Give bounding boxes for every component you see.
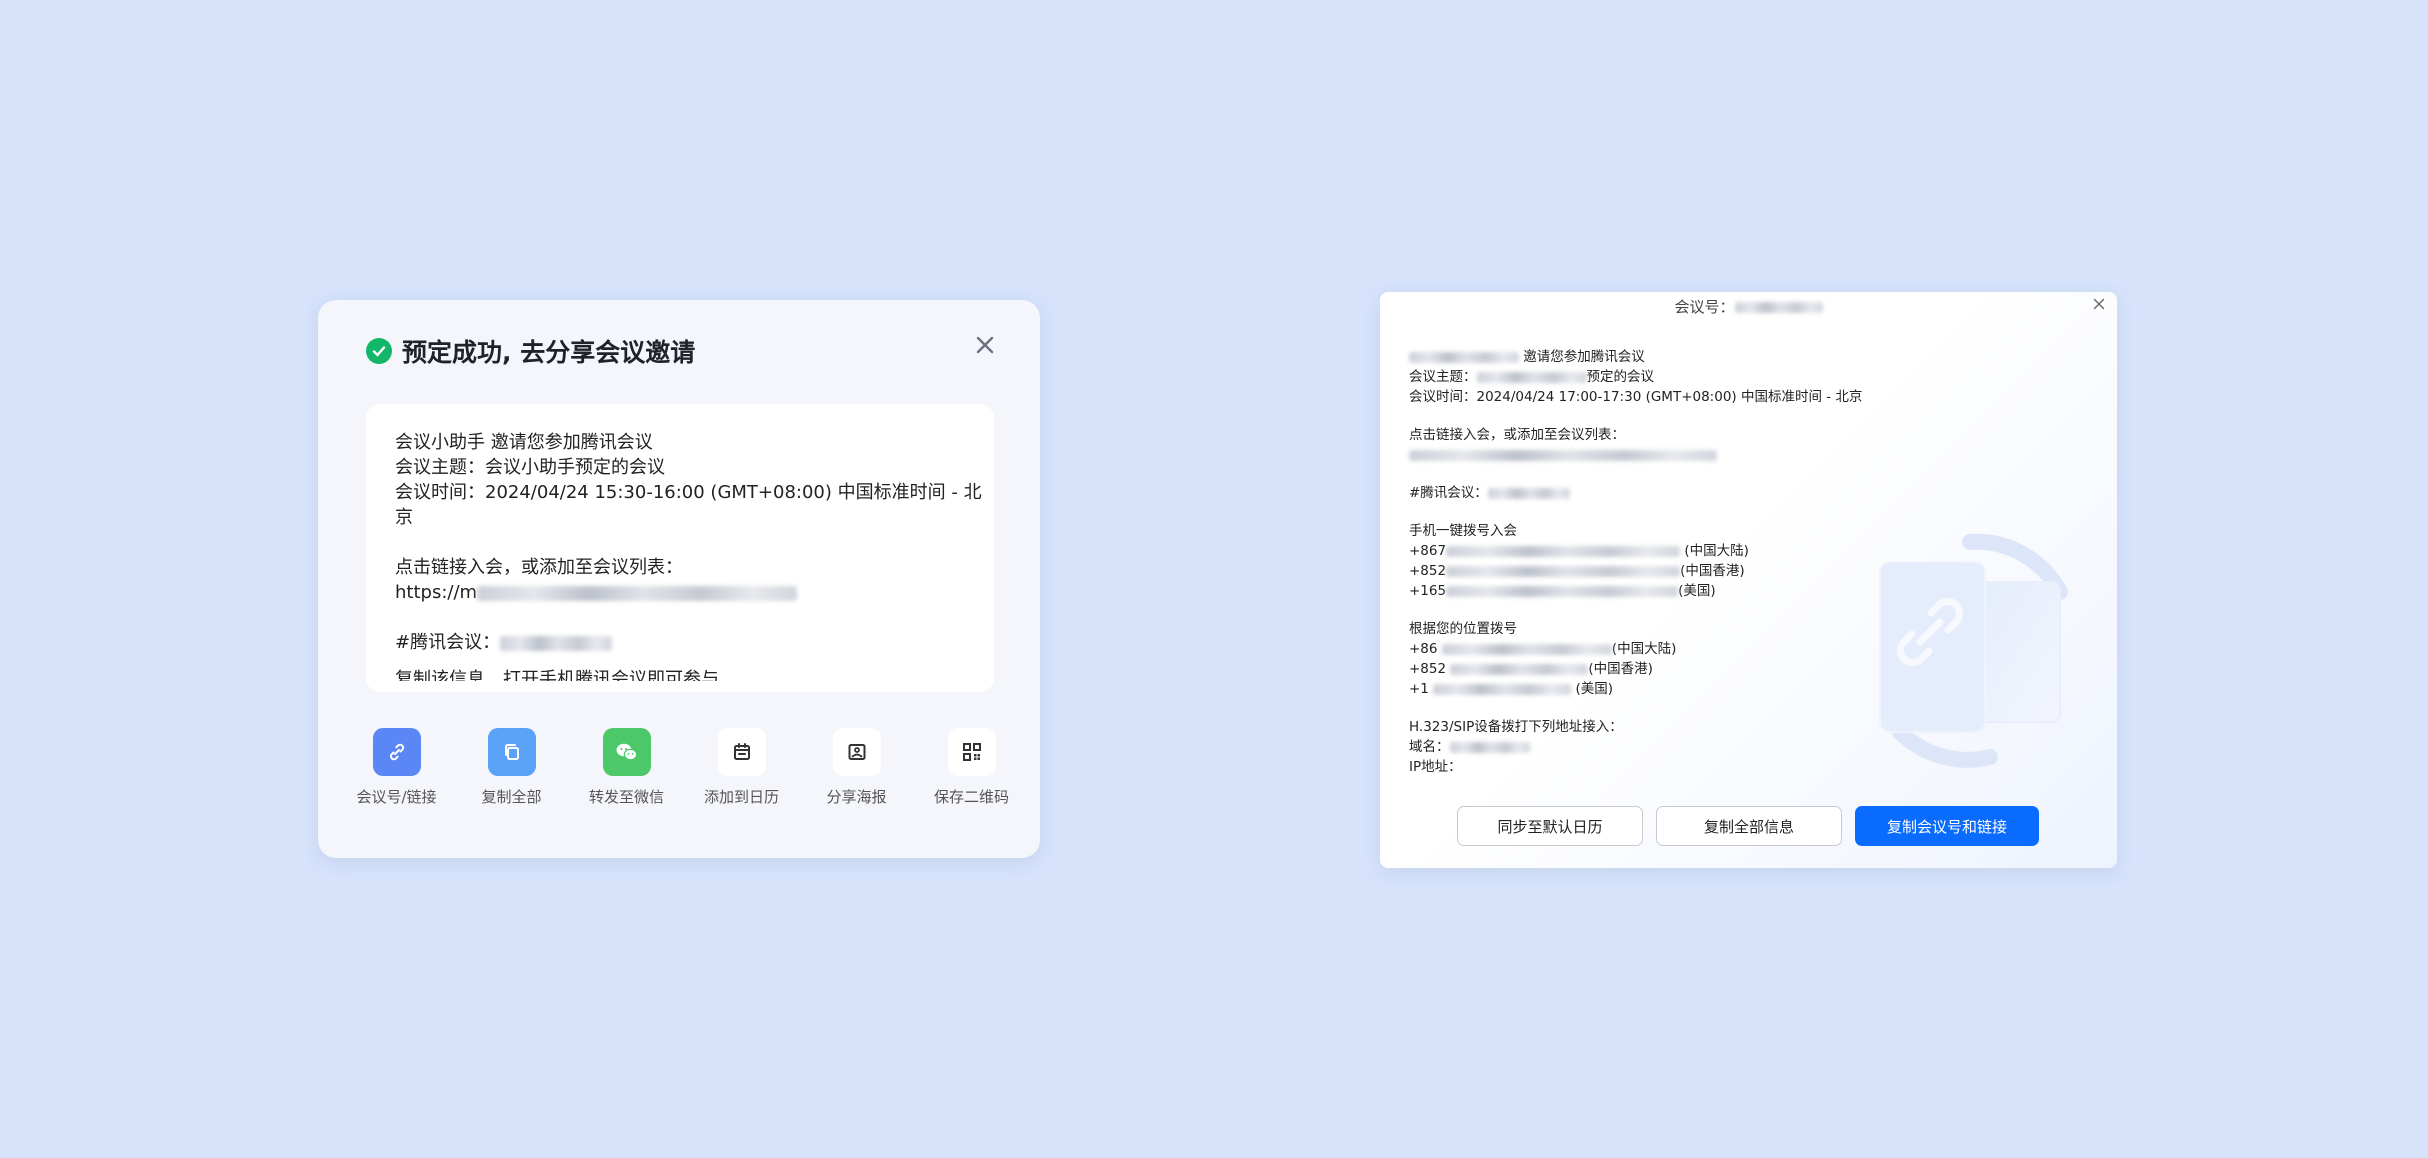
redacted-link <box>1409 449 1717 461</box>
ip-row: IP地址： <box>1409 757 1969 777</box>
dial-row: +852 (中国香港) <box>1409 561 1969 581</box>
topic-line: 会议主题： 预定的会议 <box>1409 367 1969 387</box>
redacted-number <box>1450 663 1589 675</box>
time-line: 会议时间：2024/04/24 17:00-17:30 (GMT+08:00) … <box>1409 389 1863 405</box>
invite-time: 会议时间：2024/04/24 15:30-16:00 (GMT+08:00) … <box>395 482 982 528</box>
dial-prefix: +867 <box>1409 543 1447 559</box>
redacted-meeting-id <box>1734 302 1823 313</box>
redacted-meeting-id <box>500 635 613 651</box>
copy-all-info-button[interactable]: 复制全部信息 <box>1656 806 1842 846</box>
dial-prefix: +852 <box>1409 661 1447 677</box>
meeting-prefix: #腾讯会议： <box>1409 485 1488 501</box>
image-icon <box>832 728 881 776</box>
ip-label: IP地址： <box>1409 759 1462 775</box>
invite-meeting-row: #腾讯会议： <box>395 630 994 655</box>
invite-line: 会议小助手 邀请您参加腾讯会议 <box>395 432 653 453</box>
invite-link-prefix: https://m <box>395 582 478 603</box>
action-label: 分享海报 <box>826 788 887 806</box>
invite-topic: 会议主题：会议小助手预定的会议 <box>395 457 665 478</box>
dial-region: (美国) <box>1575 681 1614 697</box>
action-copy-all[interactable]: 复制全部 <box>459 728 564 807</box>
qrcode-icon <box>947 728 996 776</box>
redacted-domain <box>1449 741 1530 753</box>
redacted-user <box>1409 351 1519 363</box>
close-icon <box>976 336 994 354</box>
dial-region: (中国香港) <box>1588 661 1653 677</box>
action-meeting-link[interactable]: 会议号/链接 <box>344 728 449 807</box>
dial-region: (美国) <box>1678 583 1716 599</box>
dial-prefix: +1 <box>1409 681 1429 697</box>
action-forward-wechat[interactable]: 转发至微信 <box>574 728 679 807</box>
dialog-title-row: 预定成功, 去分享会议邀请 <box>366 333 695 369</box>
invite-link-hint: 点击链接入会，或添加至会议列表： <box>395 557 683 578</box>
action-share-poster[interactable]: 分享海报 <box>804 728 909 807</box>
redacted-link <box>477 585 798 601</box>
dial-region: (中国大陆) <box>1684 543 1749 559</box>
topic-suffix: 预定的会议 <box>1586 369 1655 385</box>
dial-prefix: +86 <box>1409 641 1438 657</box>
booking-success-dialog: 预定成功, 去分享会议邀请 会议小助手 邀请您参加腾讯会议 会议主题：会议小助手… <box>318 300 1040 858</box>
redacted-number <box>1441 643 1612 655</box>
dial-prefix: +852 <box>1409 563 1447 579</box>
invite-line: 邀请您参加腾讯会议 <box>1409 347 1969 367</box>
one-tap-title: 手机一键拨号入会 <box>1409 523 1517 539</box>
redacted-meeting-id <box>1487 487 1570 499</box>
invite-text-box[interactable]: 会议小助手 邀请您参加腾讯会议 会议主题：会议小助手预定的会议 会议时间：202… <box>366 404 994 692</box>
dial-row: +852 (中国香港) <box>1409 659 1969 679</box>
calendar-icon <box>717 728 766 776</box>
dial-row: +86 (中国大陆) <box>1409 639 1969 659</box>
link-icon <box>372 728 421 776</box>
wechat-icon <box>602 728 651 776</box>
dial-row: +867 (中国大陆) <box>1409 541 1969 561</box>
close-button[interactable] <box>2089 294 2109 314</box>
dialog-buttons: 同步至默认日历 复制全部信息 复制会议号和链接 <box>1457 806 2039 846</box>
meeting-id-label: 会议号： <box>1674 298 1735 316</box>
location-title: 根据您的位置拨号 <box>1409 621 1517 637</box>
invite-truncated-line: 复制该信息，打开手机腾讯会议即可参与 <box>395 669 719 681</box>
domain-label: 域名： <box>1409 739 1450 755</box>
invite-suffix: 邀请您参加腾讯会议 <box>1523 349 1645 365</box>
action-label: 会议号/链接 <box>356 788 437 806</box>
meeting-info-text: 邀请您参加腾讯会议 会议主题： 预定的会议 会议时间：2024/04/24 17:… <box>1409 347 1969 777</box>
meeting-info-dialog: 会议号： 邀请您参加腾讯会议 会议主题： 预定的会议 会议时间：2024/04/2… <box>1380 292 2117 868</box>
invite-link-row: https://m <box>395 580 994 605</box>
copy-icon <box>487 728 536 776</box>
action-label: 转发至微信 <box>588 788 664 806</box>
action-label: 保存二维码 <box>933 788 1009 806</box>
redacted-number <box>1446 585 1679 597</box>
redacted-number <box>1433 683 1572 695</box>
close-button[interactable] <box>970 330 1000 360</box>
dial-region: (中国大陆) <box>1611 641 1677 657</box>
redacted-number <box>1446 545 1681 557</box>
domain-row: 域名： <box>1409 737 1969 757</box>
action-label: 复制全部 <box>481 788 542 806</box>
dial-row: +165 (美国) <box>1409 581 1969 601</box>
meeting-id-header: 会议号： <box>1380 296 2117 317</box>
link-hint: 点击链接入会，或添加至会议列表： <box>1409 427 1625 443</box>
dialog-title: 预定成功, 去分享会议邀请 <box>402 338 696 367</box>
dial-region: (中国香港) <box>1680 563 1745 579</box>
sip-title: H.323/SIP设备拨打下列地址接入： <box>1409 719 1623 735</box>
share-actions: 会议号/链接 复制全部 转发至微信 添加到日历 分享海报 保存二维码 <box>344 728 1024 807</box>
link-row <box>1409 445 1969 465</box>
redacted-user <box>1476 371 1587 383</box>
copy-meeting-link-button[interactable]: 复制会议号和链接 <box>1855 806 2039 846</box>
dial-prefix: +165 <box>1409 583 1447 599</box>
invite-meeting-prefix: #腾讯会议： <box>395 632 501 653</box>
action-label: 添加到日历 <box>703 788 779 806</box>
success-check-icon <box>366 338 392 364</box>
close-icon <box>2093 298 2105 310</box>
dial-row: +1 (美国) <box>1409 679 1969 699</box>
meeting-row: #腾讯会议： <box>1409 483 1969 503</box>
topic-prefix: 会议主题： <box>1409 369 1477 385</box>
action-save-qrcode[interactable]: 保存二维码 <box>919 728 1024 807</box>
action-add-calendar[interactable]: 添加到日历 <box>689 728 794 807</box>
redacted-number <box>1446 565 1681 577</box>
sync-calendar-button[interactable]: 同步至默认日历 <box>1457 806 1643 846</box>
